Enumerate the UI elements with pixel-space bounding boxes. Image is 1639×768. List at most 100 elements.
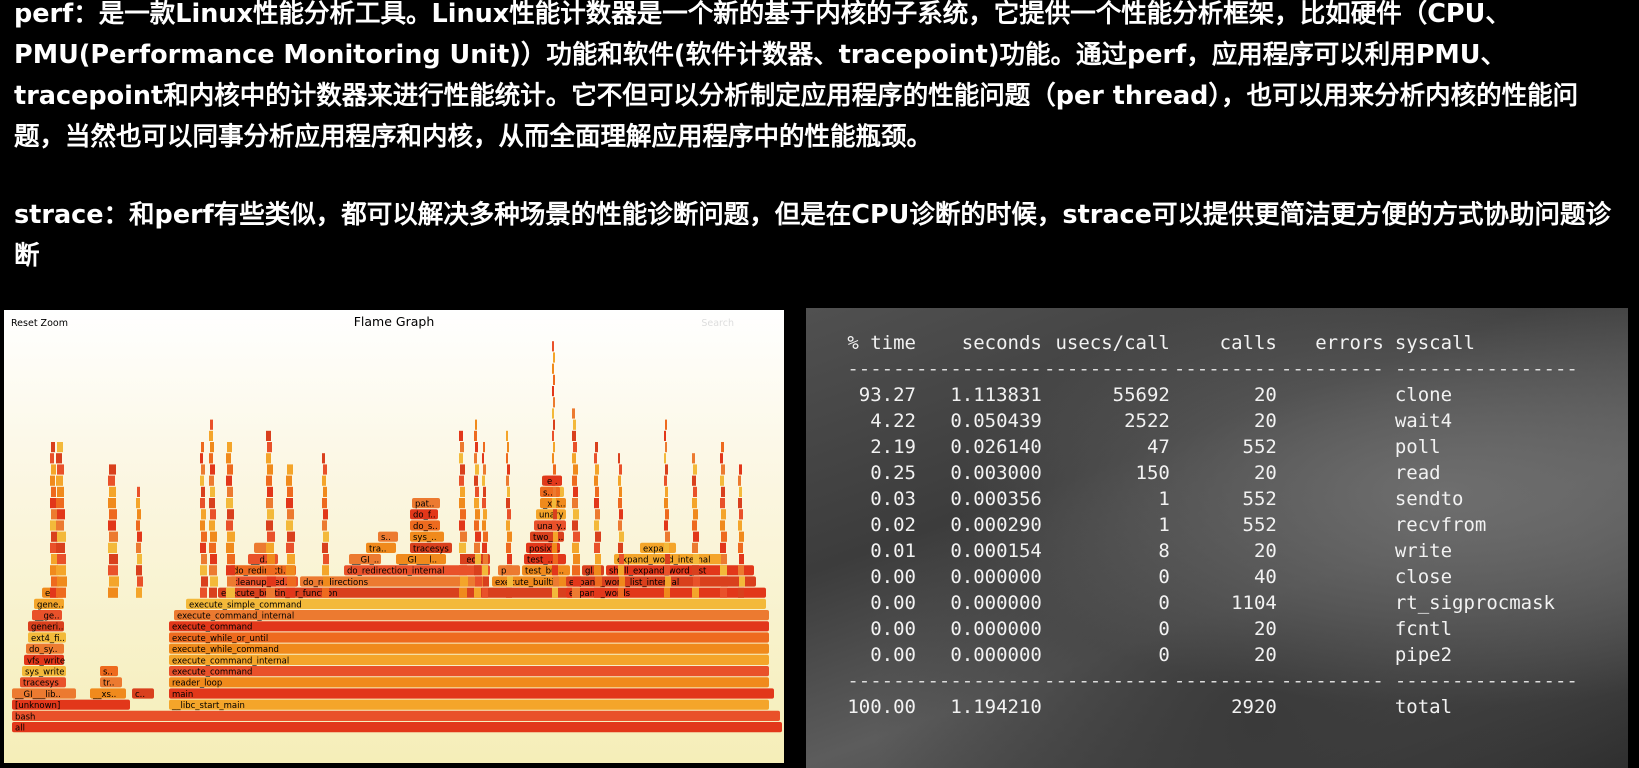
flame-spike-segment[interactable]	[618, 453, 620, 464]
flame-spike-segment[interactable]	[738, 475, 741, 486]
flame-spike-segment[interactable]	[738, 542, 743, 553]
flame-spike-segment[interactable]	[572, 542, 579, 553]
flame-spike-segment[interactable]	[573, 576, 581, 587]
flame-spike-segment[interactable]	[267, 531, 275, 542]
flame-spike-segment[interactable]	[210, 509, 216, 520]
flame-spike-segment[interactable]	[595, 464, 599, 475]
flame-frame[interactable]: execute_while_command	[169, 643, 769, 656]
flame-spike-segment[interactable]	[618, 565, 624, 576]
flame-spike-segment[interactable]	[460, 464, 465, 475]
flame-spike-segment[interactable]	[572, 453, 576, 464]
flame-spike-segment[interactable]	[201, 442, 204, 453]
flame-frame[interactable]: do_sy..	[26, 643, 64, 656]
flame-spike-segment[interactable]	[506, 520, 510, 531]
flame-spike-segment[interactable]	[322, 587, 329, 598]
flame-spike-segment[interactable]	[51, 486, 56, 497]
flame-frame[interactable]: all	[12, 722, 782, 734]
flame-spike-segment[interactable]	[664, 430, 666, 441]
flame-spike-segment[interactable]	[460, 576, 468, 587]
flame-spike-segment[interactable]	[573, 509, 579, 520]
flame-frame[interactable]: s..	[100, 666, 118, 678]
flame-spike-segment[interactable]	[460, 531, 467, 542]
flame-spike-segment[interactable]	[226, 498, 233, 509]
flame-spike-segment[interactable]	[322, 453, 325, 464]
flame-spike-segment[interactable]	[594, 498, 599, 509]
flame-frame-rect[interactable]	[12, 722, 782, 733]
flame-spike-segment[interactable]	[200, 565, 207, 576]
flame-spike-segment[interactable]	[665, 554, 670, 565]
flame-frame[interactable]: s..	[540, 486, 560, 499]
flame-spike-segment[interactable]	[286, 565, 295, 576]
flame-spike-segment[interactable]	[322, 565, 329, 576]
flame-spike-segment[interactable]	[137, 509, 141, 520]
flame-spike-segment[interactable]	[572, 430, 576, 441]
flame-spike-segment[interactable]	[664, 565, 670, 576]
flame-spike-segment[interactable]	[693, 464, 697, 475]
flame-spike-segment[interactable]	[475, 442, 478, 453]
flame-spike-segment[interactable]	[692, 565, 699, 576]
flame-spike-segment[interactable]	[595, 442, 598, 453]
flame-spike-segment[interactable]	[553, 464, 556, 475]
flame-spike-segment[interactable]	[552, 430, 554, 441]
flame-spike-segment[interactable]	[475, 486, 479, 497]
flame-spike-segment[interactable]	[137, 576, 143, 587]
flame-spike-segment[interactable]	[483, 486, 486, 497]
flame-spike-segment[interactable]	[56, 475, 63, 486]
flame-spike-segment[interactable]	[507, 554, 512, 565]
flame-frame[interactable]: main	[169, 688, 774, 700]
flame-spike-segment[interactable]	[322, 475, 326, 486]
flame-spike-segment[interactable]	[109, 509, 117, 520]
flame-frame[interactable]: sys_write	[22, 666, 66, 678]
flame-spike-segment[interactable]	[738, 498, 742, 509]
flame-frame[interactable]: test_bui..	[522, 565, 570, 577]
flame-spike-segment[interactable]	[664, 498, 668, 509]
flame-frame[interactable]: execute_command_internal	[169, 654, 769, 667]
flame-spike-segment[interactable]	[552, 542, 557, 553]
flame-frame[interactable]: c..	[132, 688, 154, 700]
flame-frame[interactable]: tr..	[100, 677, 122, 689]
flame-spike-segment[interactable]	[474, 430, 477, 441]
flame-spike-segment[interactable]	[720, 542, 726, 553]
flame-spike-segment[interactable]	[459, 587, 467, 598]
flame-spike-segment[interactable]	[720, 498, 725, 509]
flame-spike-segment[interactable]	[201, 554, 207, 565]
flame-spike-segment[interactable]	[738, 587, 744, 598]
flame-spike-segment[interactable]	[286, 587, 295, 598]
flame-spike-segment[interactable]	[619, 554, 624, 565]
flame-spike-segment[interactable]	[51, 509, 57, 520]
flame-spike-segment[interactable]	[721, 554, 727, 565]
flame-frame[interactable]: execute_command	[169, 666, 769, 678]
flame-spike-segment[interactable]	[482, 520, 486, 531]
flame-spike-segment[interactable]	[552, 520, 556, 531]
flame-spike-segment[interactable]	[137, 554, 142, 565]
flame-spike-segment[interactable]	[665, 509, 669, 520]
flame-spike-segment[interactable]	[459, 453, 463, 464]
flame-frame[interactable]: expa..	[640, 542, 676, 555]
flame-frame[interactable]: gene..	[34, 598, 64, 611]
flame-spike-segment[interactable]	[56, 542, 65, 553]
flame-frame-rect[interactable]	[169, 621, 769, 632]
flame-spike-segment[interactable]	[664, 475, 667, 486]
flame-spike-segment[interactable]	[594, 475, 598, 486]
flame-spike-segment[interactable]	[572, 565, 580, 576]
flame-spike-segment[interactable]	[226, 542, 234, 553]
flame-spike-segment[interactable]	[108, 520, 116, 531]
flame-spike-segment[interactable]	[506, 565, 512, 576]
flame-spike-segment[interactable]	[201, 531, 207, 542]
flame-frame[interactable]: __GI___lib..	[12, 688, 76, 700]
flame-frame[interactable]: unary..	[534, 520, 566, 532]
flame-spike-segment[interactable]	[738, 565, 744, 576]
flame-spike-segment[interactable]	[459, 520, 465, 531]
flame-spike-segment[interactable]	[201, 486, 205, 497]
flame-spike-segment[interactable]	[594, 587, 601, 598]
flame-spike-segment[interactable]	[552, 475, 555, 486]
flame-spike-segment[interactable]	[721, 464, 725, 475]
flame-spike-segment[interactable]	[483, 509, 487, 520]
flame-spike-segment[interactable]	[595, 531, 601, 542]
flame-spike-segment[interactable]	[287, 576, 296, 587]
flame-spike-segment[interactable]	[618, 587, 624, 598]
flame-spike-segment[interactable]	[226, 453, 231, 464]
flame-spike-segment[interactable]	[475, 509, 480, 520]
flame-spike-segment[interactable]	[482, 542, 487, 553]
flame-spike-segment[interactable]	[323, 554, 329, 565]
